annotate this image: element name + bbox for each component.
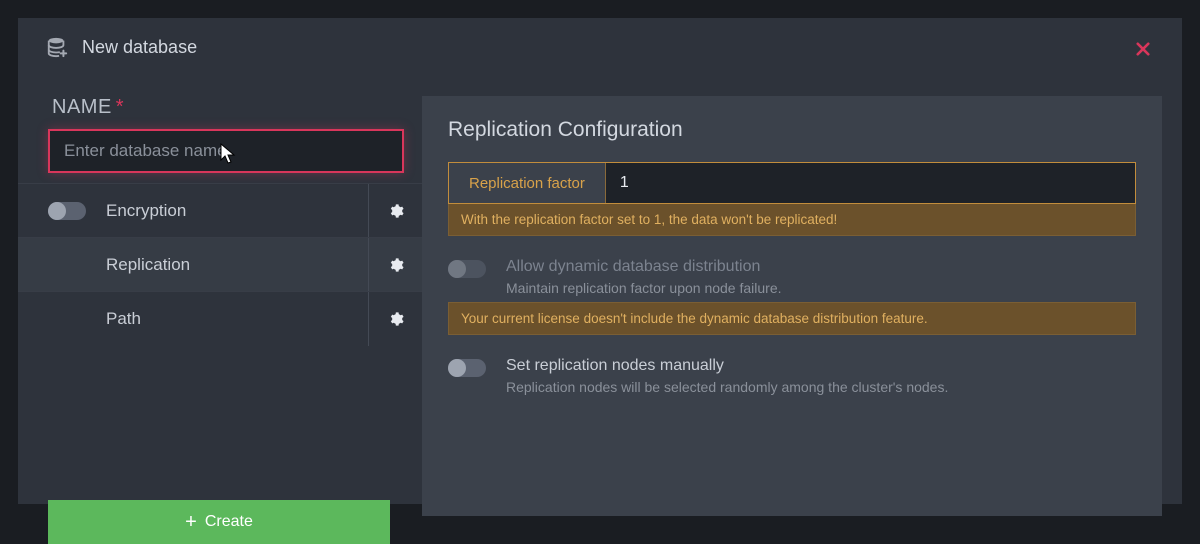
database-add-icon bbox=[46, 36, 68, 58]
path-settings-button[interactable] bbox=[368, 292, 422, 346]
option-row-replication[interactable]: Replication bbox=[18, 237, 422, 291]
create-button[interactable]: + Create bbox=[48, 500, 390, 544]
encryption-settings-button[interactable] bbox=[368, 184, 422, 238]
encryption-label: Encryption bbox=[106, 201, 368, 221]
replication-factor-warning: With the replication factor set to 1, th… bbox=[448, 204, 1136, 236]
plus-icon: + bbox=[185, 511, 197, 534]
required-mark: * bbox=[116, 96, 124, 118]
name-input-wrap bbox=[48, 129, 404, 173]
allow-dynamic-title: Allow dynamic database distribution bbox=[506, 258, 782, 276]
new-database-modal: New database NAME* bbox=[18, 18, 1182, 504]
database-name-input[interactable] bbox=[64, 141, 388, 161]
close-icon[interactable] bbox=[1134, 40, 1152, 63]
option-row-encryption: Encryption bbox=[18, 183, 422, 237]
modal-title: New database bbox=[82, 37, 197, 58]
allow-dynamic-sub: Maintain replication factor upon node fa… bbox=[506, 280, 782, 296]
replication-factor-label: Replication factor bbox=[449, 163, 606, 203]
manual-nodes-toggle[interactable] bbox=[448, 359, 486, 377]
modal-header: New database bbox=[18, 18, 1182, 78]
gear-icon bbox=[388, 257, 404, 273]
license-warning: Your current license doesn't include the… bbox=[448, 302, 1136, 335]
allow-dynamic-row: Allow dynamic database distribution Main… bbox=[448, 258, 1136, 296]
panel-title: Replication Configuration bbox=[448, 118, 1136, 142]
options-list: Encryption Replication Path bbox=[18, 183, 422, 345]
gear-icon bbox=[388, 203, 404, 219]
modal-body: NAME* Encryption bbox=[18, 78, 1182, 516]
manual-nodes-text: Set replication nodes manually Replicati… bbox=[506, 357, 948, 395]
allow-dynamic-toggle[interactable] bbox=[448, 260, 486, 278]
manual-nodes-sub: Replication nodes will be selected rando… bbox=[506, 379, 948, 395]
manual-nodes-title: Set replication nodes manually bbox=[506, 357, 948, 375]
replication-label: Replication bbox=[106, 255, 368, 275]
allow-dynamic-text: Allow dynamic database distribution Main… bbox=[506, 258, 782, 296]
create-button-label: Create bbox=[205, 513, 253, 531]
gear-icon bbox=[388, 311, 404, 327]
replication-config-panel: Replication Configuration Replication fa… bbox=[422, 96, 1162, 516]
replication-factor-row: Replication factor bbox=[448, 162, 1136, 204]
option-row-path[interactable]: Path bbox=[18, 291, 422, 345]
encryption-toggle[interactable] bbox=[48, 202, 86, 220]
path-label: Path bbox=[106, 309, 368, 329]
manual-nodes-row: Set replication nodes manually Replicati… bbox=[448, 357, 1136, 395]
left-panel: NAME* Encryption bbox=[18, 78, 422, 516]
name-label: NAME* bbox=[18, 96, 422, 129]
name-label-text: NAME bbox=[52, 96, 112, 118]
replication-factor-input[interactable] bbox=[606, 163, 1135, 203]
replication-settings-button[interactable] bbox=[368, 238, 422, 292]
